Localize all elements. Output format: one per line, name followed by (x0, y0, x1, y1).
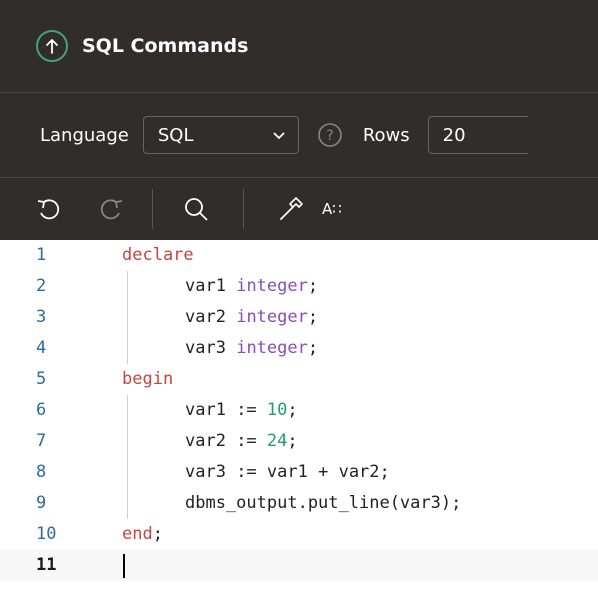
code-keyword: end (122, 524, 153, 544)
language-label: Language (40, 124, 129, 146)
code-line: 1 declare (0, 240, 598, 271)
code-line: 6 var1 := 10; (0, 395, 598, 426)
code-identifier: var2 (338, 462, 380, 482)
line-number: 8 (36, 462, 47, 482)
code-line: 10 end; (0, 519, 598, 550)
help-icon[interactable]: ? (317, 122, 343, 148)
line-number: 5 (36, 369, 47, 389)
language-select[interactable]: SQL (142, 116, 299, 154)
code-identifier: var2 (185, 307, 226, 327)
code-line-active[interactable]: 11 (0, 550, 598, 581)
app-header: SQL Commands (0, 0, 598, 92)
code-keyword: declare (122, 245, 194, 265)
line-number: 4 (36, 338, 47, 358)
code-identifier: var3 (185, 462, 226, 482)
svg-text:?: ? (326, 128, 333, 144)
code-operator: := (225, 400, 267, 420)
code-punct: ; (287, 431, 298, 451)
editor-toolbar: A∷ (0, 177, 598, 240)
line-number: 1 (36, 245, 47, 265)
code-identifier: var1 (185, 400, 226, 420)
code-punct: ; (152, 524, 163, 544)
code-type: integer (236, 307, 308, 327)
format-text-icon[interactable]: A∷ (322, 200, 342, 218)
code-call: dbms_output.put_line(var3); (185, 493, 462, 513)
code-punct: ; (307, 307, 319, 327)
rows-input[interactable]: 20 (427, 116, 528, 154)
line-number: 9 (36, 493, 47, 513)
code-operator: := (225, 431, 267, 451)
toolbar-divider (152, 189, 153, 229)
code-type: integer (236, 338, 308, 358)
line-number: 3 (36, 307, 47, 327)
code-identifier: var3 (185, 338, 226, 358)
code-line: 3 var2 integer; (0, 302, 598, 333)
code-line: 8 var3 := var1 + var2; (0, 457, 598, 488)
code-type: integer (236, 276, 308, 296)
code-line: 4 var3 integer; (0, 333, 598, 364)
code-keyword: begin (122, 369, 174, 389)
settings-bar: Language SQL ? Rows 20 (0, 92, 598, 177)
hammer-icon[interactable] (274, 195, 308, 223)
code-identifier: var1 (266, 462, 308, 482)
code-editor[interactable]: 1 declare 2 var1 integer; 3 var2 integer… (0, 240, 598, 592)
search-icon[interactable] (179, 195, 213, 223)
page-title: SQL Commands (82, 35, 249, 57)
line-number: 10 (36, 524, 57, 544)
code-identifier: var2 (185, 431, 226, 451)
line-number: 2 (36, 276, 47, 296)
code-number: 24 (266, 431, 288, 451)
code-line: 2 var1 integer; (0, 271, 598, 302)
up-arrow-icon[interactable] (36, 30, 68, 62)
line-number: 11 (36, 555, 57, 575)
line-number: 7 (36, 431, 47, 451)
code-operator: + (307, 462, 339, 482)
text-cursor (123, 554, 125, 578)
code-number: 10 (266, 400, 288, 420)
code-line: 7 var2 := 24; (0, 426, 598, 457)
rows-label: Rows (362, 124, 410, 146)
language-value: SQL (157, 124, 194, 146)
code-identifier: var1 (185, 276, 226, 296)
code-punct: ; (379, 462, 390, 482)
code-line: 9 dbms_output.put_line(var3); (0, 488, 598, 519)
code-punct: ; (307, 338, 319, 358)
toolbar-divider (243, 189, 244, 229)
redo-icon[interactable] (94, 195, 128, 223)
code-line: 5 begin (0, 364, 598, 395)
code-operator: := (225, 462, 267, 482)
code-punct: ; (307, 276, 319, 296)
line-number: 6 (36, 400, 47, 420)
chevron-down-icon (272, 125, 286, 146)
undo-icon[interactable] (32, 195, 66, 223)
code-punct: ; (287, 400, 298, 420)
